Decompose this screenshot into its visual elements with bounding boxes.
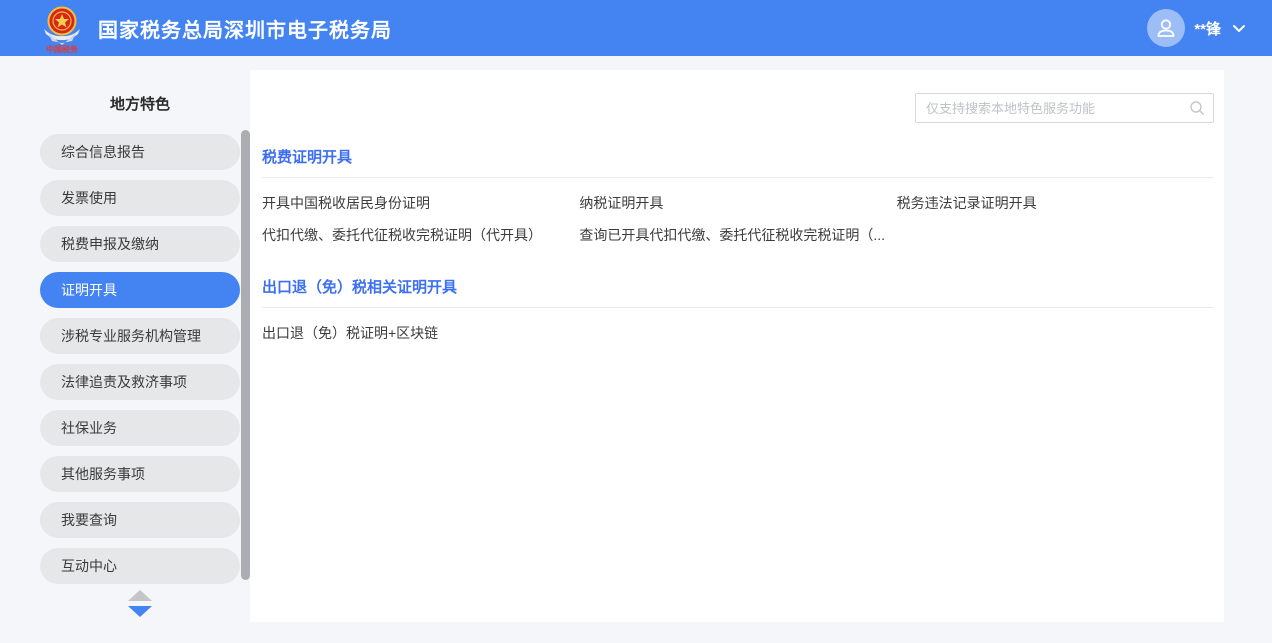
sidebar-item[interactable]: 涉税专业服务机构管理: [40, 318, 240, 354]
logo-caption: 中国税务: [46, 44, 79, 53]
chevron-down-icon[interactable]: [1232, 24, 1246, 33]
user-avatar-icon[interactable]: [1147, 9, 1185, 47]
sidebar: 地方特色 综合信息报告发票使用税费申报及缴纳证明开具涉税专业服务机构管理法律追责…: [0, 56, 250, 643]
service-link[interactable]: 税务违法记录证明开具: [897, 187, 1214, 219]
sidebar-item[interactable]: 其他服务事项: [40, 456, 240, 492]
service-link[interactable]: 出口退（免）税证明+区块链: [262, 317, 579, 349]
search-input[interactable]: [915, 93, 1214, 123]
service-link[interactable]: 纳税证明开具: [579, 187, 896, 219]
service-link[interactable]: 查询已开具代扣代缴、委托代征税收完税证明（...: [579, 219, 896, 251]
service-grid: 开具中国税收居民身份证明纳税证明开具税务违法记录证明开具代扣代缴、委托代征税收完…: [262, 187, 1214, 251]
sidebar-item[interactable]: 综合信息报告: [40, 134, 240, 170]
service-link[interactable]: 代扣代缴、委托代征税收完税证明（代开具）: [262, 219, 579, 251]
logo-wrap: 中国税务: [38, 3, 86, 53]
service-grid: 出口退（免）税证明+区块链: [262, 317, 1214, 349]
sidebar-item[interactable]: 证明开具: [40, 272, 240, 308]
page-title: 国家税务总局深圳市电子税务局: [98, 14, 392, 43]
sidebar-scrollbar[interactable]: [241, 130, 250, 580]
sidebar-item[interactable]: 税费申报及缴纳: [40, 226, 240, 262]
section-divider: [262, 307, 1214, 308]
service-link[interactable]: 开具中国税收居民身份证明: [262, 187, 579, 219]
sidebar-scroll-arrows: [40, 590, 240, 617]
service-section: 税费证明开具开具中国税收居民身份证明纳税证明开具税务违法记录证明开具代扣代缴、委…: [262, 150, 1214, 251]
sidebar-title: 地方特色: [40, 93, 240, 114]
tax-emblem-icon: 中国税务: [38, 3, 86, 53]
sidebar-menu: 综合信息报告发票使用税费申报及缴纳证明开具涉税专业服务机构管理法律追责及救济事项…: [40, 134, 250, 584]
sidebar-item[interactable]: 社保业务: [40, 410, 240, 446]
user-name[interactable]: **锋: [1194, 18, 1221, 39]
search-icon[interactable]: [1188, 99, 1206, 117]
scroll-up-icon[interactable]: [128, 590, 152, 601]
scroll-down-icon[interactable]: [128, 606, 152, 617]
sections: 税费证明开具开具中国税收居民身份证明纳税证明开具税务违法记录证明开具代扣代缴、委…: [262, 150, 1214, 349]
section-title: 税费证明开具: [262, 150, 1214, 166]
user-menu[interactable]: **锋: [1147, 9, 1246, 47]
app-header: 中国税务 国家税务总局深圳市电子税务局 **锋: [0, 0, 1272, 56]
sidebar-item[interactable]: 我要查询: [40, 502, 240, 538]
section-divider: [262, 177, 1214, 178]
section-title: 出口退（免）税相关证明开具: [262, 280, 1214, 296]
sidebar-item[interactable]: 发票使用: [40, 180, 240, 216]
sidebar-item[interactable]: 法律追责及救济事项: [40, 364, 240, 400]
service-section: 出口退（免）税相关证明开具出口退（免）税证明+区块链: [262, 280, 1214, 349]
main-content: 税费证明开具开具中国税收居民身份证明纳税证明开具税务违法记录证明开具代扣代缴、委…: [250, 70, 1224, 622]
sidebar-item[interactable]: 互动中心: [40, 548, 240, 584]
